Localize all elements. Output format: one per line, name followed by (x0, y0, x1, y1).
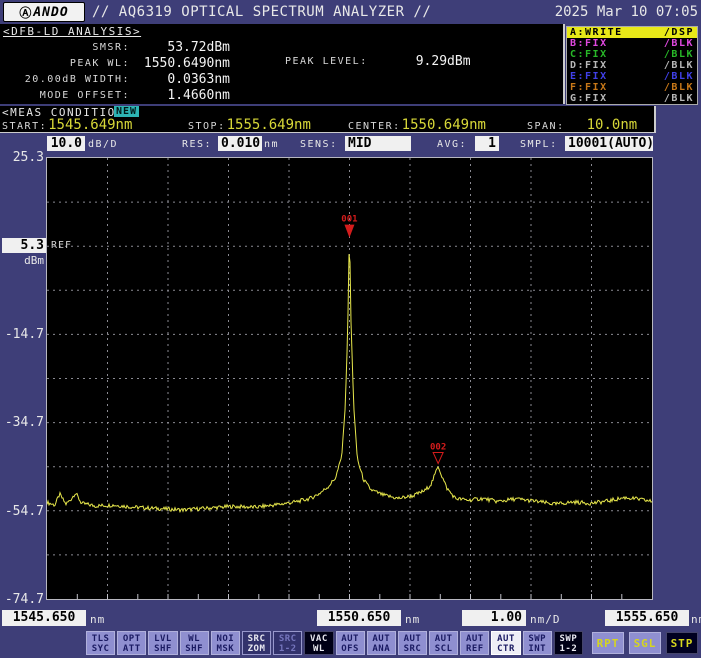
peak-wl-value: 1550.6490nm (130, 56, 230, 71)
softkey-opt-att[interactable]: OPTATT (117, 631, 146, 655)
ref-label: REF (51, 240, 72, 251)
meas-center: CENTER: 1550.649nm (348, 117, 486, 133)
analysis-title: <DFB-LD ANALYSIS> (3, 25, 141, 38)
trace-row-c[interactable]: C:FIX/BLK (567, 49, 697, 60)
meas-span: SPAN: 10.0nm (527, 117, 637, 133)
softkey-aut-ref[interactable]: AUTREF (460, 631, 489, 655)
trace-row-a[interactable]: A:WRITE/DSP (567, 27, 697, 38)
y-axis-label-bottom: -74.7 (0, 592, 44, 607)
trace-row-f[interactable]: F:FIX/BLK (567, 82, 697, 93)
peak-level-label: PEAK LEVEL: (285, 56, 368, 67)
stop-sweep-button[interactable]: STP (666, 632, 698, 654)
new-badge: NEW (114, 106, 139, 117)
single-sweep-button[interactable]: SGL (629, 632, 661, 654)
spectrum-plot: 001 002 REF (46, 157, 653, 600)
scale-per-div-field[interactable]: 10.0 (47, 136, 85, 151)
svg-text:001: 001 (341, 215, 357, 225)
y-axis-unit: dBm (0, 254, 44, 267)
softkey-wl-shf[interactable]: WLSHF (180, 631, 209, 655)
y-axis-label-2: -14.7 (0, 327, 44, 342)
y-axis-label-3: -34.7 (0, 415, 44, 430)
softkey-src-zom[interactable]: SRCZOM (242, 631, 271, 655)
softkey-tls-syc[interactable]: TLSSYC (86, 631, 115, 655)
softkey-vac-wl[interactable]: VACWL (304, 631, 333, 655)
smpl-label: SMPL: (520, 139, 558, 150)
avg-field[interactable]: 1 (475, 136, 499, 151)
trace-row-g[interactable]: G:FIX/BLK (567, 93, 697, 104)
smsr-label: SMSR: (0, 42, 130, 53)
y-axis-label-4: -54.7 (0, 504, 44, 519)
svg-text:002: 002 (430, 443, 446, 453)
ando-logo-mark: Ⓐ (19, 4, 32, 21)
trace-row-e[interactable]: E:FIX/BLK (567, 71, 697, 82)
width-value: 0.0363nm (130, 72, 230, 87)
ando-logo-text: ANDO (33, 5, 68, 20)
x-axis-start-box: 1545.650 (2, 610, 86, 626)
sens-field[interactable]: MID (345, 136, 411, 151)
sweep-key-row: RPT SGL STP (592, 632, 698, 654)
softkey-aut-src[interactable]: AUTSRC (398, 631, 427, 655)
x-axis-center-box: 1550.650 (317, 610, 401, 626)
x-axis-per-div-unit: nm/D (530, 613, 561, 626)
ref-level-box: 5.3 (2, 238, 46, 253)
x-axis-per-div-box: 1.00 (462, 610, 526, 626)
mode-offset-value: 1.4660nm (130, 88, 230, 103)
softkey-aut-ana[interactable]: AUTANA (367, 631, 396, 655)
datetime: 2025 Mar 10 07:05 (555, 4, 698, 20)
trace-table: A:WRITE/DSP B:FIX/BLK C:FIX/BLK D:FIX/BL… (566, 26, 698, 105)
trace-row-d[interactable]: D:FIX/BLK (567, 60, 697, 71)
trace-row-b[interactable]: B:FIX/BLK (567, 38, 697, 49)
res-label: RES: (182, 139, 212, 150)
res-unit: nm (264, 139, 279, 150)
avg-label: AVG: (437, 139, 467, 150)
analysis-row-mode-offset: MODE OFFSET: 1.4660nm (0, 87, 230, 103)
mode-offset-label: MODE OFFSET: (0, 90, 130, 101)
analysis-panel: <DFB-LD ANALYSIS> SMSR: 53.72dBm PEAK WL… (0, 24, 565, 104)
peak-wl-label: PEAK WL: (0, 58, 130, 69)
meas-start: START: 1545.649nm (2, 117, 132, 133)
res-field[interactable]: 0.010 (218, 136, 262, 151)
softkey-aut-ctr[interactable]: AUTCTR (491, 631, 520, 655)
softkey-src-1-2[interactable]: SRC1-2 (273, 631, 302, 655)
softkey-swp-1-2[interactable]: SWP1-2 (554, 631, 583, 655)
x-axis-start-unit: nm (90, 613, 105, 626)
page-title: // AQ6319 OPTICAL SPECTRUM ANALYZER // (92, 4, 431, 20)
x-axis-stop-unit: nm (691, 613, 701, 626)
peak-level-value: 9.29dBm (416, 54, 471, 69)
meas-condition-bar: <MEAS CONDITION> NEW START: 1545.649nm S… (0, 106, 656, 133)
analysis-peak-level: PEAK LEVEL: 9.29dBm (285, 53, 471, 69)
softkey-aut-scl[interactable]: AUTSCL (429, 631, 458, 655)
softkey-aut-ofs[interactable]: AUTOFS (336, 631, 365, 655)
analysis-row-width: 20.00dB WIDTH: 0.0363nm (0, 71, 230, 87)
sens-label: SENS: (300, 139, 338, 150)
x-axis-stop-box: 1555.650 (605, 610, 689, 626)
spectrum-trace-svg: 001 002 (47, 158, 652, 599)
analysis-row-peak-wl: PEAK WL: 1550.6490nm (0, 55, 230, 71)
analysis-row-smsr: SMSR: 53.72dBm (0, 39, 230, 55)
meas-stop: STOP: 1555.649nm (188, 117, 311, 133)
x-axis-center-unit: nm (405, 613, 420, 626)
softkey-row: TLSSYC OPTATT LVLSHF WLSHF NOIMSK SRCZOM… (86, 631, 583, 655)
smpl-field[interactable]: 10001(AUTO) (565, 136, 653, 151)
repeat-sweep-button[interactable]: RPT (592, 632, 624, 654)
softkey-lvl-shf[interactable]: LVLSHF (148, 631, 177, 655)
softkey-noi-msk[interactable]: NOIMSK (211, 631, 240, 655)
width-label: 20.00dB WIDTH: (0, 74, 130, 85)
y-axis-label-top: 25.3 (0, 150, 44, 165)
osa-screen: Ⓐ ANDO // AQ6319 OPTICAL SPECTRUM ANALYZ… (0, 0, 701, 658)
smsr-value: 53.72dBm (130, 40, 230, 55)
scale-per-div-unit: dB/D (88, 139, 118, 150)
ando-logo: Ⓐ ANDO (3, 2, 85, 22)
softkey-swp-int[interactable]: SWPINT (523, 631, 552, 655)
